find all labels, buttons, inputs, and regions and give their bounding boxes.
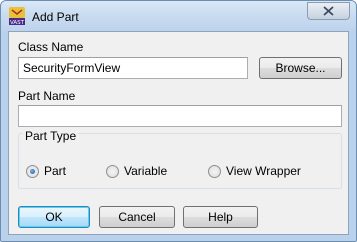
part-name-label: Part Name <box>18 89 76 103</box>
part-type-legend: Part Type <box>23 129 79 143</box>
radio-part-label: Part <box>44 164 67 178</box>
class-name-input[interactable]: SecurityFormView <box>18 57 248 79</box>
dialog-body: Class Name SecurityFormView Browse... Pa… <box>8 31 349 235</box>
close-icon <box>323 6 334 16</box>
radio-variable-label: Variable <box>124 164 168 178</box>
radio-circle <box>208 165 221 178</box>
radio-view-wrapper-label: View Wrapper <box>226 164 301 178</box>
add-part-dialog: VAST Add Part Class Name SecurityFormVie… <box>0 0 357 242</box>
radio-selected-dot <box>30 169 35 174</box>
part-name-input[interactable] <box>18 105 342 127</box>
svg-text:VAST: VAST <box>10 20 25 25</box>
vast-app-icon: VAST <box>9 7 25 26</box>
window-title: Add Part <box>32 10 79 24</box>
close-button[interactable] <box>307 2 350 20</box>
radio-circle <box>26 165 39 178</box>
title-bar[interactable]: VAST Add Part <box>1 1 356 31</box>
ok-button[interactable]: OK <box>18 206 90 228</box>
radio-circle <box>106 165 119 178</box>
class-name-label: Class Name <box>18 40 84 54</box>
help-button[interactable]: Help <box>183 206 258 228</box>
browse-button[interactable]: Browse... <box>259 57 342 79</box>
cancel-button[interactable]: Cancel <box>99 206 175 228</box>
